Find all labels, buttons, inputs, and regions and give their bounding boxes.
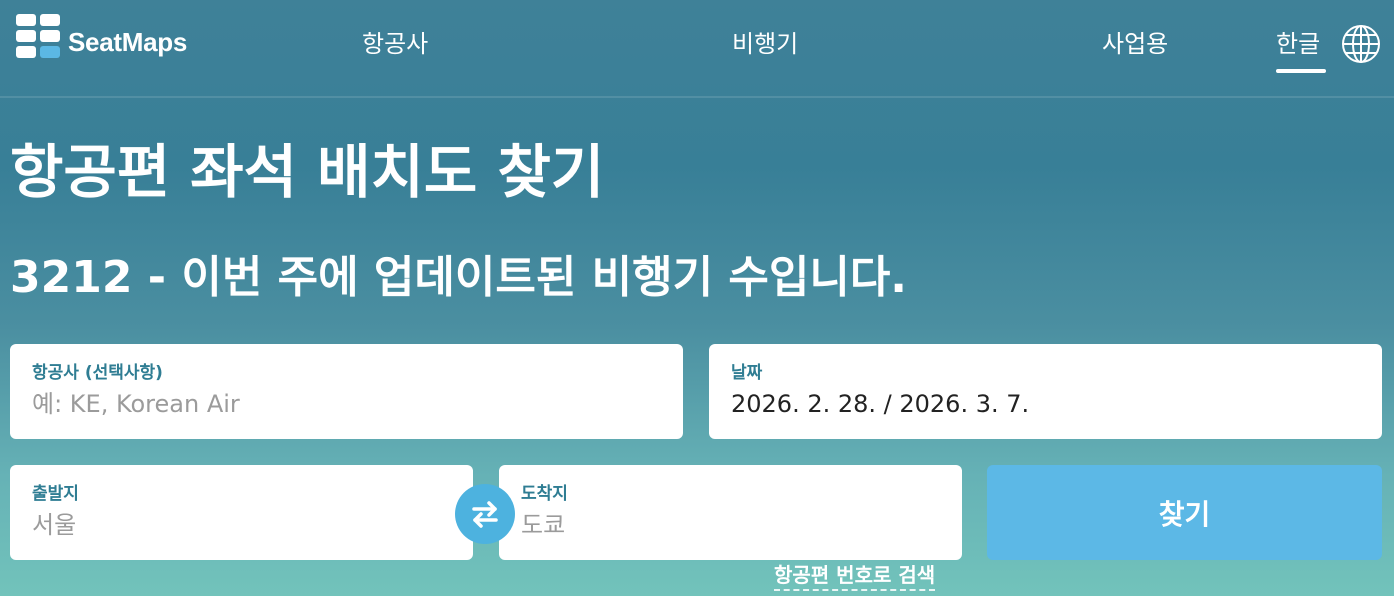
language-selector[interactable]: 한글	[1276, 24, 1320, 59]
swap-arrows-icon	[472, 501, 498, 528]
swap-locations-button[interactable]	[455, 484, 515, 544]
airline-placeholder[interactable]: 예: KE, Korean Air	[32, 386, 661, 422]
top-navigation: SeatMaps 항공사 비행기 사업용 한글	[0, 0, 1394, 98]
nav-business[interactable]: 사업용	[1102, 24, 1168, 59]
origin-placeholder[interactable]: 서울	[32, 507, 451, 543]
globe-icon[interactable]	[1341, 24, 1381, 64]
nav-airlines[interactable]: 항공사	[362, 24, 428, 59]
nav-aircraft[interactable]: 비행기	[732, 24, 798, 59]
date-input[interactable]: 날짜 2026. 2. 28. / 2026. 3. 7.	[709, 344, 1382, 439]
page-title: 항공편 좌석 배치도 찾기	[10, 138, 605, 206]
aircraft-count-subtitle: 3212 - 이번 주에 업데이트된 비행기 수입니다.	[10, 252, 908, 303]
seat-grid-icon	[16, 14, 62, 60]
origin-label: 출발지	[32, 484, 79, 504]
date-label: 날짜	[731, 363, 763, 383]
search-by-flight-number-link[interactable]: 항공편 번호로 검색	[774, 561, 936, 591]
airline-input[interactable]: 항공사 (선택사항) 예: KE, Korean Air	[10, 344, 683, 439]
airline-label: 항공사 (선택사항)	[32, 363, 163, 383]
destination-input[interactable]: 도착지 도쿄	[499, 465, 962, 560]
seatmaps-logo[interactable]: SeatMaps	[16, 14, 187, 60]
active-language-indicator	[1276, 69, 1326, 73]
destination-label: 도착지	[521, 484, 568, 504]
search-button[interactable]: 찾기	[987, 465, 1382, 560]
destination-placeholder[interactable]: 도쿄	[521, 507, 940, 543]
origin-input[interactable]: 출발지 서울	[10, 465, 473, 560]
date-value[interactable]: 2026. 2. 28. / 2026. 3. 7.	[731, 386, 1360, 422]
brand-name: SeatMaps	[68, 26, 187, 57]
